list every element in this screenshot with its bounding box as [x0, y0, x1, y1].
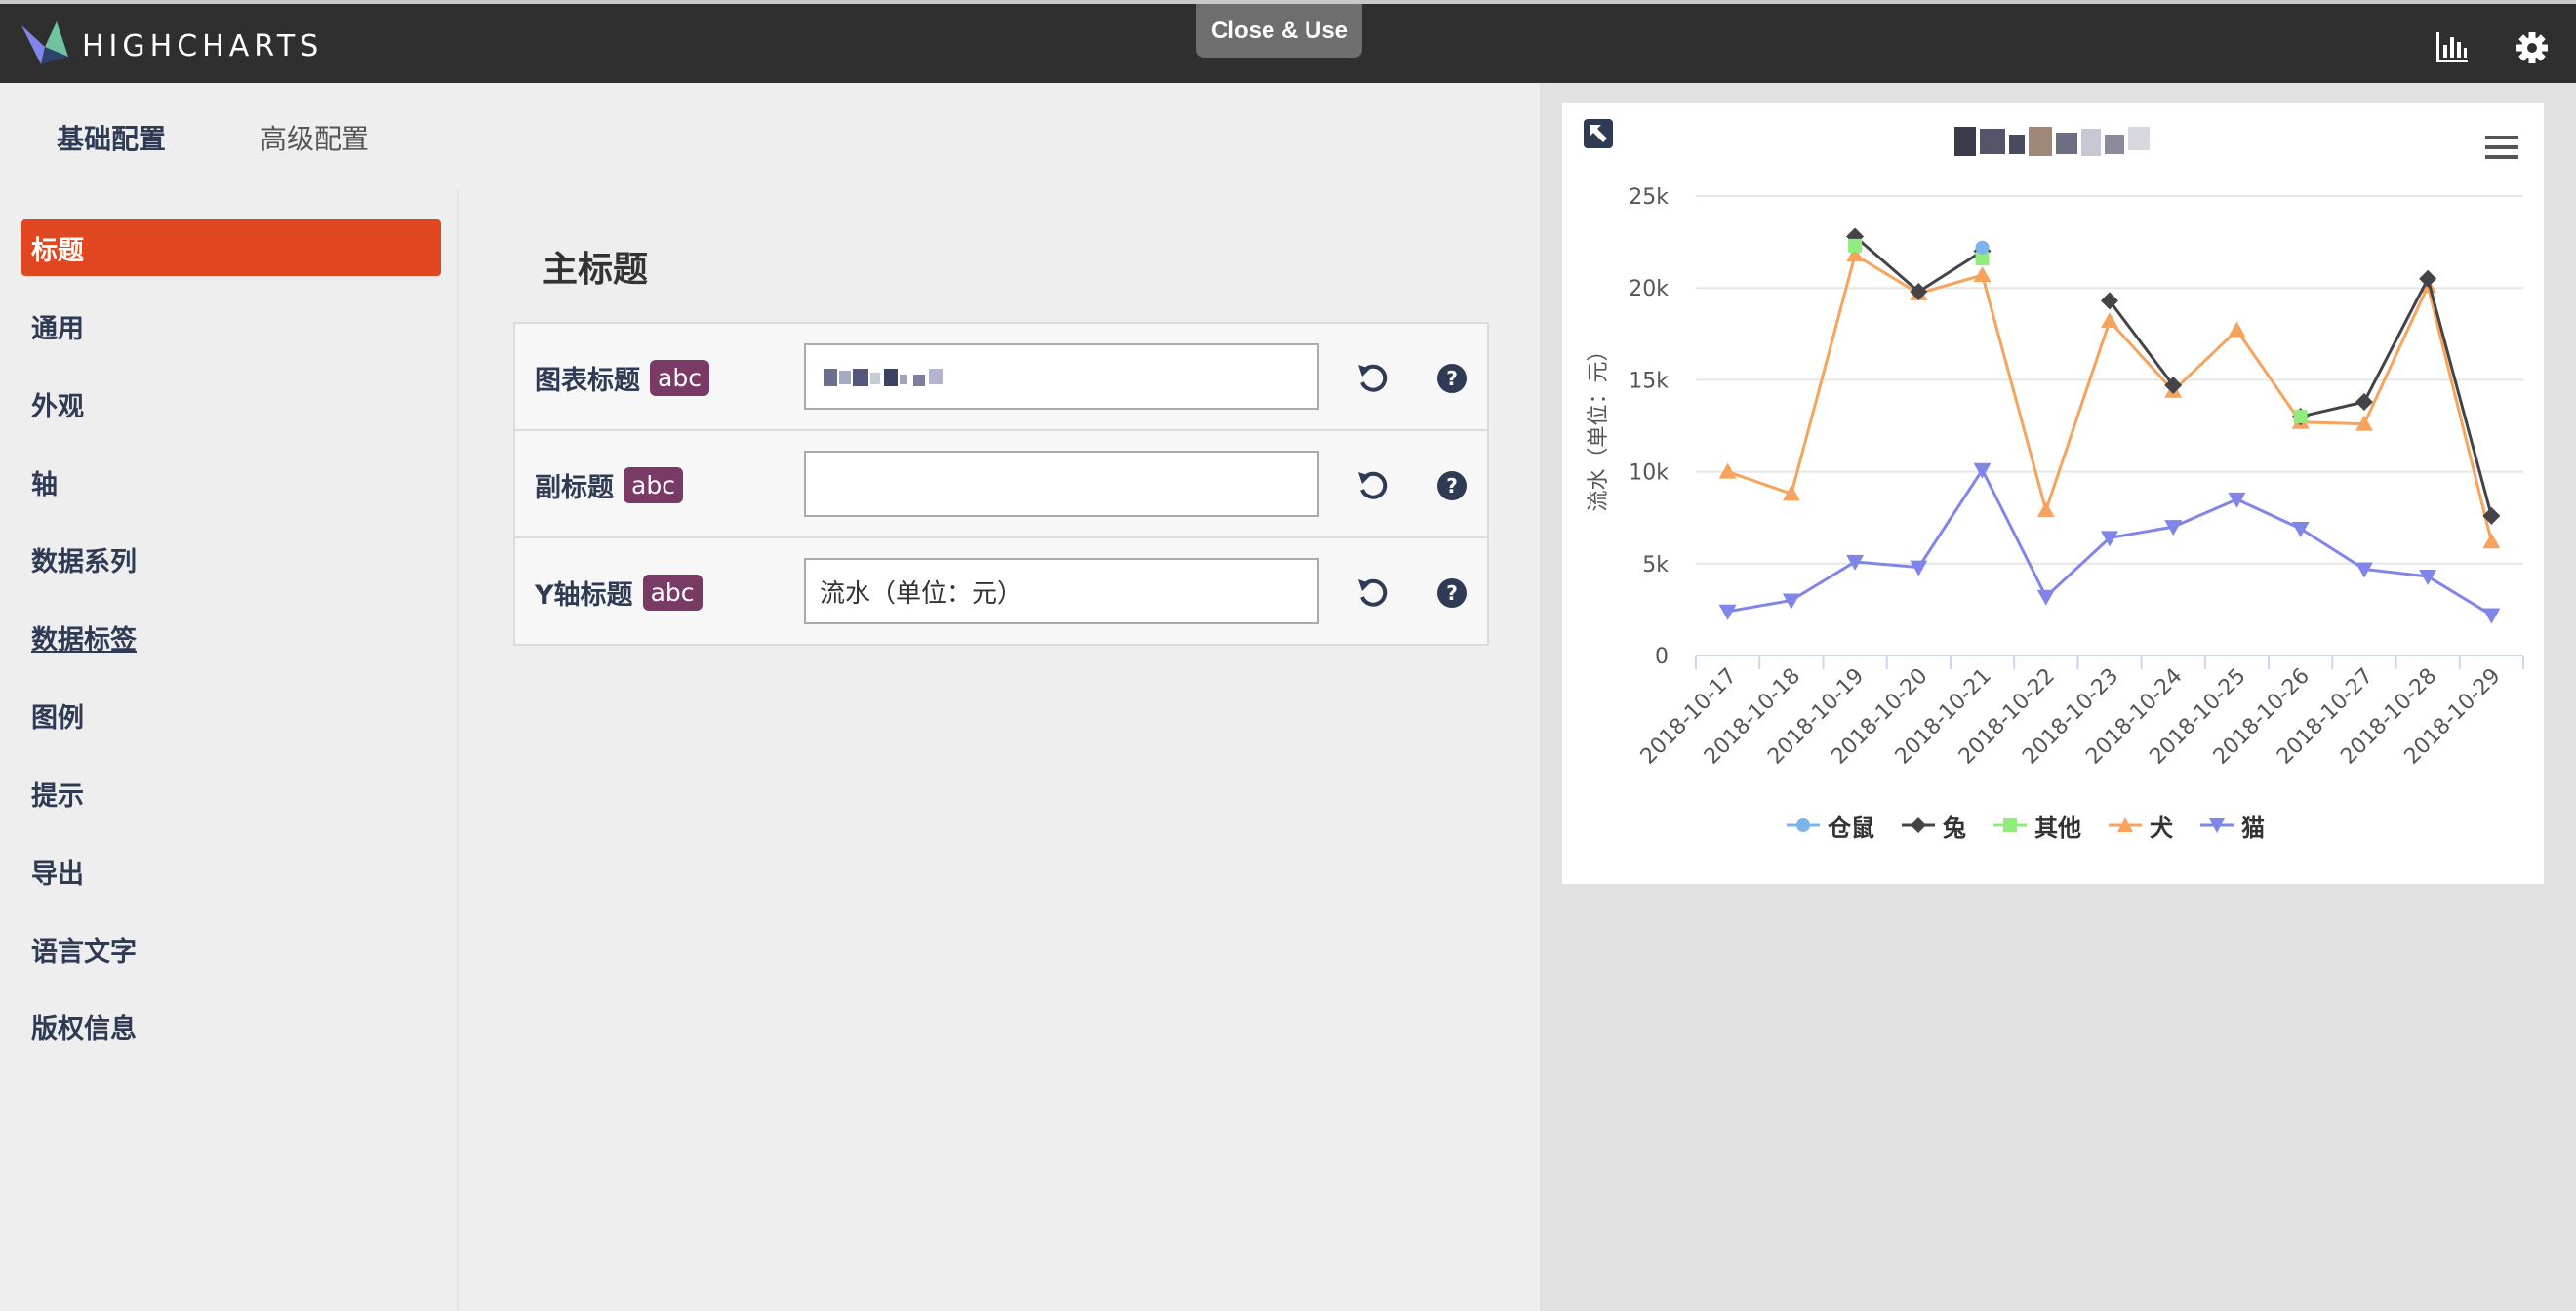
legend-label: 犬: [2150, 814, 2173, 842]
data-point: [2291, 522, 2310, 538]
text-type-badge: abc: [624, 467, 683, 503]
form-row-chart-title: 图表标题 abc ?: [515, 324, 1487, 431]
data-point: [2482, 533, 2501, 549]
sidebar-item-general[interactable]: 通用: [21, 298, 441, 354]
sidebar-item-legend[interactable]: 图例: [21, 687, 441, 743]
legend-item[interactable]: 猫: [2200, 809, 2265, 843]
sidebar-item-data-labels[interactable]: 数据标签: [21, 609, 441, 665]
data-point: [2228, 321, 2246, 338]
legend-item[interactable]: 兔: [1902, 809, 1966, 843]
series-line: [2108, 299, 2175, 386]
form-row-y-axis-title: Y轴标题 abc 流水（单位：元） ?: [515, 538, 1487, 646]
legend-label: 兔: [1943, 814, 1966, 842]
legend-item[interactable]: 犬: [2109, 809, 2173, 843]
title-form: 图表标题 abc ? 副标题 abc ? Y轴标题 abc 流水（单位：元） ?: [513, 322, 1489, 646]
data-point: [2419, 269, 2437, 288]
y-tick-label: 20k: [1629, 277, 1669, 301]
data-point: [2101, 312, 2118, 329]
bar-chart-icon[interactable]: [2434, 29, 2471, 66]
legend-label: 猫: [2241, 814, 2265, 842]
field-label: Y轴标题: [535, 580, 633, 611]
data-point: [1975, 240, 1990, 255]
help-icon[interactable]: ?: [1432, 359, 1471, 398]
y-tick-label: 25k: [1629, 185, 1669, 210]
data-point: [1718, 604, 1737, 620]
text-type-badge: abc: [642, 575, 703, 611]
sidebar-item-appearance[interactable]: 外观: [21, 376, 441, 432]
sidebar-item-language[interactable]: 语言文字: [21, 921, 441, 977]
y-axis-title-value: 流水（单位：元）: [820, 578, 1024, 609]
y-tick-label: 10k: [1629, 461, 1669, 486]
form-row-subtitle: 副标题 abc ?: [515, 431, 1487, 538]
y-tick-label: 0: [1655, 645, 1669, 669]
series-line: [2300, 274, 2493, 517]
tab-basic-config[interactable]: 基础配置: [57, 118, 166, 157]
data-point: [2482, 608, 2501, 624]
top-bar: HIGHCHARTS Close & Use: [0, 0, 2576, 83]
y-axis-title: 流水（单位：元）: [1587, 339, 1611, 511]
legend-label: 其他: [2034, 814, 2081, 842]
data-point: [2036, 589, 2055, 606]
blurred-text-icon: [824, 369, 943, 386]
highcharts-logo-icon: [21, 21, 68, 64]
data-point: [2293, 410, 2308, 424]
sidebar: 标题 通用 外观 轴 数据系列 数据标签 图例 提示 导出 语言文字 版权信息: [0, 190, 459, 1311]
sidebar-item-title[interactable]: 标题: [21, 219, 441, 276]
y-tick-label: 15k: [1629, 369, 1669, 393]
legend-item[interactable]: 其他: [1993, 809, 2081, 843]
svg-text:?: ?: [1446, 474, 1458, 497]
section-title: 主标题: [543, 250, 649, 290]
legend-symbol-icon: [1993, 818, 2027, 832]
chart-title-input[interactable]: [804, 343, 1319, 410]
chart-preview: 0 5k 10k 15k 20k 25k 2018-10-17 2018-10-18 2018-…: [1562, 103, 2544, 884]
svg-text:?: ?: [1446, 581, 1458, 605]
text-type-badge: abc: [650, 360, 709, 396]
undo-icon[interactable]: [1354, 466, 1393, 505]
sidebar-item-credits[interactable]: 版权信息: [21, 998, 441, 1054]
y-tick-label: 5k: [1642, 553, 1669, 577]
data-point: [1848, 238, 1863, 253]
field-label: 图表标题: [535, 366, 640, 396]
sidebar-item-series[interactable]: 数据系列: [21, 531, 441, 587]
data-point: [2228, 492, 2246, 508]
close-and-use-button[interactable]: Close & Use: [1196, 4, 1362, 58]
legend-symbol-icon: [1787, 818, 1820, 832]
legend-label: 仓鼠: [1828, 814, 1874, 842]
sidebar-item-tooltip[interactable]: 提示: [21, 765, 441, 821]
sidebar-item-export[interactable]: 导出: [21, 843, 441, 899]
brand-name: HIGHCHARTS: [82, 29, 324, 63]
sidebar-item-axis[interactable]: 轴: [21, 454, 441, 510]
subtitle-input[interactable]: [804, 451, 1319, 517]
svg-text:?: ?: [1446, 367, 1458, 390]
field-label: 副标题: [535, 473, 614, 503]
legend-item[interactable]: 仓鼠: [1787, 809, 1874, 843]
line-chart: 05k10k15k20k25k2018-10-172018-10-182018-…: [1587, 185, 2524, 770]
help-icon[interactable]: ?: [1432, 574, 1471, 613]
data-point: [1973, 266, 1992, 283]
legend-symbol-icon: [2109, 817, 2142, 832]
help-icon[interactable]: ?: [1432, 466, 1471, 505]
chart-legend: 仓鼠 兔 其他 犬 猫: [1787, 808, 2292, 843]
legend-symbol-icon: [2200, 818, 2234, 833]
tab-advanced-config[interactable]: 高级配置: [260, 118, 369, 157]
y-axis-title-input[interactable]: 流水（单位：元）: [804, 558, 1319, 624]
config-tabs: 基础配置 高级配置: [0, 83, 1542, 190]
data-point: [2419, 569, 2437, 585]
undo-icon[interactable]: [1354, 574, 1393, 613]
legend-symbol-icon: [1902, 817, 1935, 833]
undo-icon[interactable]: [1354, 359, 1393, 398]
gear-icon[interactable]: [2514, 29, 2551, 66]
data-point: [2036, 501, 2055, 518]
data-point: [1910, 560, 1928, 576]
